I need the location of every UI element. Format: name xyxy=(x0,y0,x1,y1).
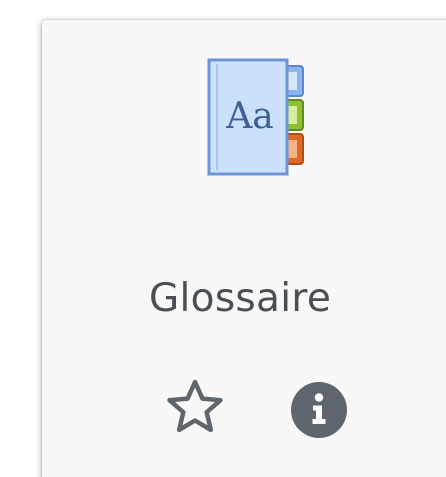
info-circle-icon xyxy=(291,382,347,438)
favourite-button[interactable] xyxy=(164,378,226,438)
glossary-icon-text: Aa xyxy=(225,96,273,137)
module-title[interactable]: Glossaire xyxy=(42,276,446,321)
info-button[interactable] xyxy=(290,381,348,439)
glossary-book-icon: Aa xyxy=(207,58,307,178)
star-outline-icon xyxy=(167,379,223,433)
page: Aa Glossaire xyxy=(0,0,446,477)
card-actions xyxy=(0,378,446,438)
